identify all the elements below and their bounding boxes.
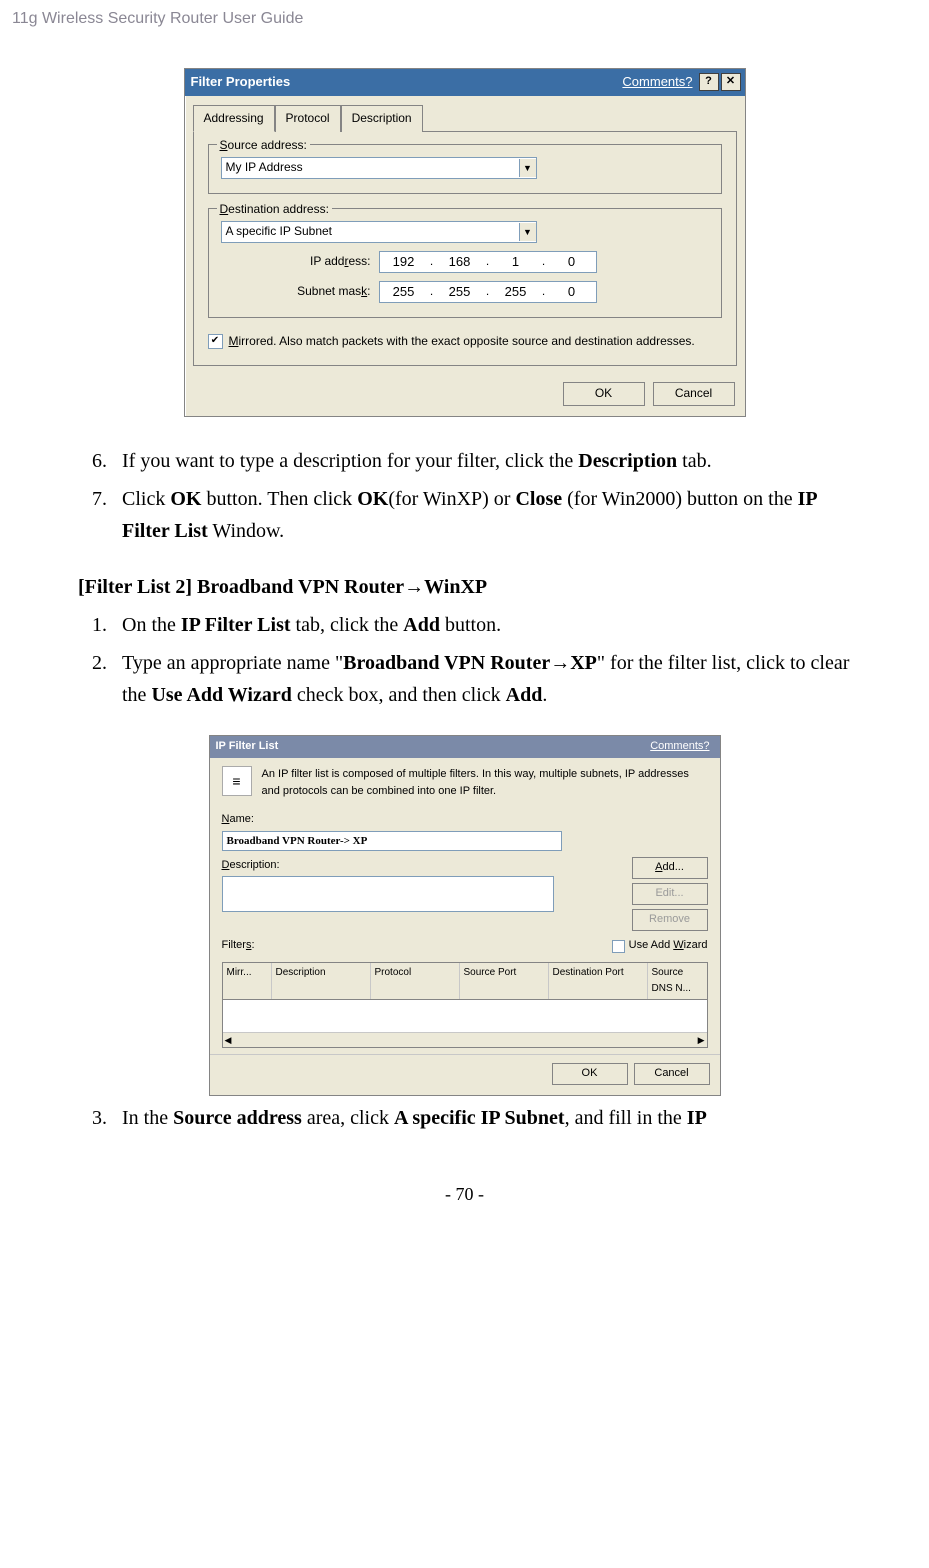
- col-source-port[interactable]: Source Port: [460, 963, 549, 999]
- fl2-step-2: Type an appropriate name "Broadband VPN …: [112, 647, 851, 711]
- tab-panel: SSource address:ource address: My IP Add…: [193, 131, 737, 366]
- dialog2-title: IP Filter List: [216, 738, 279, 756]
- use-add-wizard-label: Use Add Wizard: [629, 937, 708, 955]
- source-address-value: My IP Address: [226, 158, 303, 177]
- cancel-button[interactable]: Cancel: [653, 382, 735, 406]
- description-label: Description:: [222, 857, 554, 875]
- use-add-wizard-checkbox[interactable]: [612, 940, 625, 953]
- steps-list-1: If you want to type a description for yo…: [78, 445, 851, 547]
- destination-address-value: A specific IP Subnet: [226, 222, 333, 241]
- tab-description[interactable]: Description: [341, 105, 423, 132]
- tab-strip: Addressing Protocol Description: [185, 96, 745, 131]
- table-header: Mirr... Description Protocol Source Port…: [223, 963, 707, 1000]
- destination-address-dropdown[interactable]: A specific IP Subnet ▼: [221, 221, 537, 243]
- dialog-title: Filter Properties: [191, 72, 291, 93]
- dialog-buttons: OK Cancel: [185, 374, 745, 416]
- source-address-group: SSource address:ource address: My IP Add…: [208, 144, 722, 194]
- ip-oct3[interactable]: 1: [492, 252, 540, 273]
- page-content: Filter Properties Comments? ? ✕ Addressi…: [0, 68, 929, 1134]
- dialog2-description: An IP filter list is composed of multipl…: [262, 766, 708, 801]
- dialog2-footer: OK Cancel: [210, 1054, 720, 1095]
- dropdown-icon: ▼: [519, 159, 536, 177]
- ip-oct1[interactable]: 192: [380, 252, 428, 273]
- subnet-mask-field[interactable]: 255. 255. 255. 0: [379, 281, 597, 303]
- source-address-dropdown[interactable]: My IP Address ▼: [221, 157, 537, 179]
- subnet-mask-row: Subnet mask: 255. 255. 255. 0: [221, 281, 709, 303]
- destination-address-group: Destination address: A specific IP Subne…: [208, 208, 722, 318]
- ip-oct2[interactable]: 168: [436, 252, 484, 273]
- list-icon: ≡: [222, 766, 252, 796]
- ip-filter-list-dialog: IP Filter List Comments? ≡ An IP filter …: [209, 735, 721, 1096]
- dropdown-icon: ▼: [519, 223, 536, 241]
- dialog-titlebar: Filter Properties Comments? ? ✕: [185, 69, 745, 96]
- horizontal-scrollbar[interactable]: ◀ ▶: [223, 1032, 707, 1047]
- comments-link[interactable]: Comments?: [622, 72, 692, 93]
- dialog2-titlebar: IP Filter List Comments?: [210, 736, 720, 758]
- mirrored-checkbox[interactable]: ✔: [208, 334, 223, 349]
- description-textarea[interactable]: [222, 876, 554, 912]
- filter-list-2-title: [Filter List 2] Broadband VPN Router→Win…: [78, 571, 851, 603]
- name-label: Name:: [222, 811, 708, 829]
- table-body: [223, 1000, 707, 1032]
- steps-list-2: On the IP Filter List tab, click the Add…: [78, 609, 851, 711]
- fl2-step-1: On the IP Filter List tab, click the Add…: [112, 609, 851, 641]
- col-protocol[interactable]: Protocol: [371, 963, 460, 999]
- page-header: 11g Wireless Security Router User Guide: [0, 0, 929, 68]
- scroll-right-icon[interactable]: ▶: [698, 1033, 705, 1047]
- col-mirrored[interactable]: Mirr...: [223, 963, 272, 999]
- filters-table: Mirr... Description Protocol Source Port…: [222, 962, 708, 1048]
- filter-properties-dialog: Filter Properties Comments? ? ✕ Addressi…: [184, 68, 746, 417]
- mask-oct2[interactable]: 255: [436, 282, 484, 303]
- step-7: Click OK button. Then click OK(for WinXP…: [112, 483, 851, 547]
- col-source-dns[interactable]: Source DNS N...: [648, 963, 707, 999]
- fl2-step-3: In the Source address area, click A spec…: [112, 1102, 851, 1134]
- mirrored-row: ✔ Mirrored. Also match packets with the …: [208, 332, 722, 351]
- scroll-left-icon[interactable]: ◀: [225, 1033, 232, 1047]
- page-number: - 70 -: [0, 1184, 929, 1225]
- col-description[interactable]: Description: [272, 963, 371, 999]
- mask-oct1[interactable]: 255: [380, 282, 428, 303]
- help-button[interactable]: ?: [699, 73, 719, 91]
- col-destination-port[interactable]: Destination Port: [549, 963, 648, 999]
- step-6: If you want to type a description for yo…: [112, 445, 851, 477]
- dialog2-cancel-button[interactable]: Cancel: [634, 1063, 710, 1085]
- filters-label: Filters:: [222, 937, 255, 955]
- mirrored-label: Mirrored. Also match packets with the ex…: [229, 332, 695, 351]
- subnet-mask-label: Subnet mask:: [221, 282, 379, 301]
- ok-button[interactable]: OK: [563, 382, 645, 406]
- source-group-label: SSource address:ource address:: [217, 136, 310, 155]
- close-button[interactable]: ✕: [721, 73, 741, 91]
- mask-oct4[interactable]: 0: [548, 282, 596, 303]
- ip-address-row: IP address: 192. 168. 1. 0: [221, 251, 709, 273]
- mask-oct3[interactable]: 255: [492, 282, 540, 303]
- dialog2-comments[interactable]: Comments?: [650, 738, 709, 756]
- ip-address-field[interactable]: 192. 168. 1. 0: [379, 251, 597, 273]
- steps-list-3: In the Source address area, click A spec…: [78, 1102, 851, 1134]
- tab-addressing[interactable]: Addressing: [193, 105, 275, 132]
- tab-protocol[interactable]: Protocol: [275, 105, 341, 132]
- dest-group-label: Destination address:: [217, 200, 332, 219]
- ip-oct4[interactable]: 0: [548, 252, 596, 273]
- ip-address-label: IP address:: [221, 252, 379, 271]
- add-button[interactable]: Add...: [632, 857, 708, 879]
- remove-button: Remove: [632, 909, 708, 931]
- dialog2-ok-button[interactable]: OK: [552, 1063, 628, 1085]
- edit-button: Edit...: [632, 883, 708, 905]
- name-input[interactable]: Broadband VPN Router-> XP: [222, 831, 562, 851]
